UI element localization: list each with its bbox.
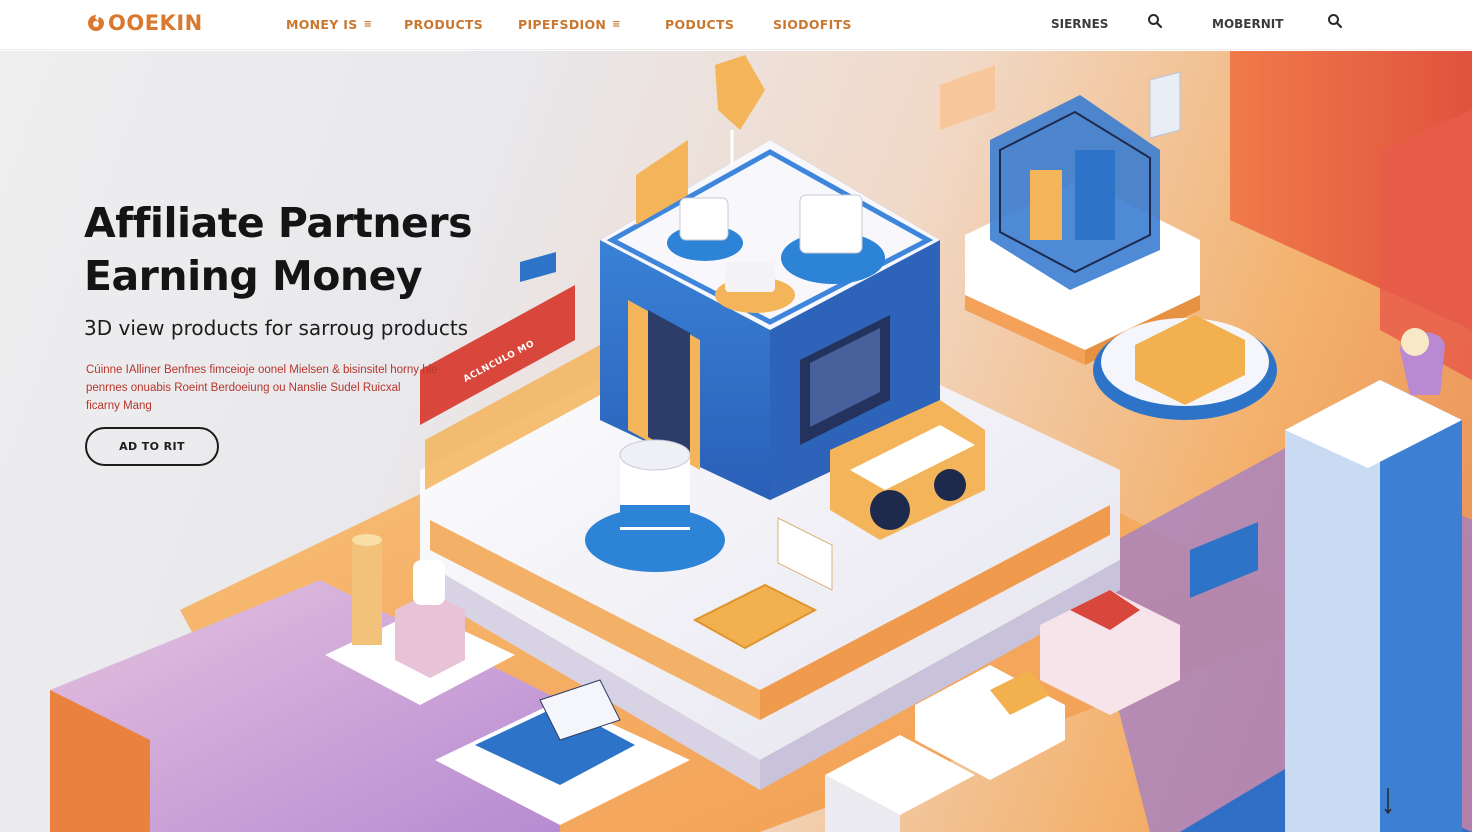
chevron-down-icon: ≡ (363, 18, 373, 30)
nav-link-siernes[interactable]: SIERNES (1051, 15, 1108, 33)
floating-block (1149, 71, 1181, 139)
brand-logo-icon (88, 15, 104, 31)
hero-description-line: ficarny Mang (86, 400, 152, 412)
floating-product (715, 55, 765, 130)
floating-chip (520, 252, 556, 282)
cart-wheel (870, 490, 910, 530)
search-icon[interactable] (1147, 13, 1163, 29)
brand-logo[interactable]: OOEKIN (86, 9, 203, 37)
display-product (1030, 170, 1062, 240)
hero-subtitle: 3D view products for sarroug products (84, 316, 469, 340)
product-bottle (413, 560, 445, 605)
product-roll-top (352, 534, 382, 546)
brand-name: OOEKIN (108, 11, 203, 35)
top-navigation-bar: OOEKIN MONEY IS ≡ PRODUCTS PIPEFSDION ≡ … (0, 0, 1472, 50)
hero-description-line: Cúinne IAlliner Benfnes fimceioje oonel … (86, 364, 438, 376)
chevron-down-icon: ≡ (612, 18, 621, 30)
nav-item-products[interactable]: PRODUCTS (404, 15, 483, 33)
hero-description: Cúinne IAlliner Benfnes fimceioje oonel … (86, 361, 471, 415)
store-door-window (648, 310, 690, 460)
nav-link-mobernit[interactable]: MOBERNIT (1212, 15, 1283, 33)
nav-right-label: MOBERNIT (1212, 17, 1284, 31)
hero-title: Affiliate Partners Earning Money (84, 197, 504, 303)
cart-wheel (934, 469, 966, 501)
cta-button[interactable]: AD TO RIT (85, 427, 219, 466)
product-cylinder-band (620, 505, 690, 527)
nav-item-pipefsdion[interactable]: PIPEFSDION ≡ (518, 15, 621, 33)
nav-item-poducts[interactable]: PODUCTS (665, 15, 734, 33)
scroll-indicator-icon[interactable] (1383, 786, 1393, 816)
search-icon[interactable] (1327, 13, 1343, 29)
nav-item-siodofits[interactable]: SIODOFITS (773, 15, 852, 33)
nav-item-label: SIODOFITS (773, 16, 852, 32)
hero-section: Affiliate Partners Earning Money 3D view… (0, 51, 1472, 832)
decor-flower (1401, 328, 1429, 356)
hero-title-line: Affiliate Partners (84, 199, 472, 247)
product-box (679, 197, 729, 241)
nav-item-label: PODUCTS (665, 16, 735, 32)
floating-block (940, 65, 995, 130)
hero-title-line: Earning Money (84, 252, 423, 300)
product-box (725, 262, 775, 292)
nav-item-label: MONEY IS (286, 16, 358, 32)
isometric-store-illustration (50, 51, 1472, 832)
nav-item-money-is[interactable]: MONEY IS ≡ (286, 15, 372, 33)
product-roll (352, 540, 382, 645)
nav-item-label: PIPEFSDION (518, 16, 607, 32)
nav-item-label: PRODUCTS (404, 16, 484, 32)
product-cylinder-top (619, 439, 691, 471)
product-box (799, 194, 863, 254)
hero-description-line: penrnes onuabis Roeint Berdoeiung ou Nan… (86, 382, 401, 394)
display-product (1075, 150, 1115, 240)
nav-right-label: SIERNES (1051, 17, 1109, 31)
